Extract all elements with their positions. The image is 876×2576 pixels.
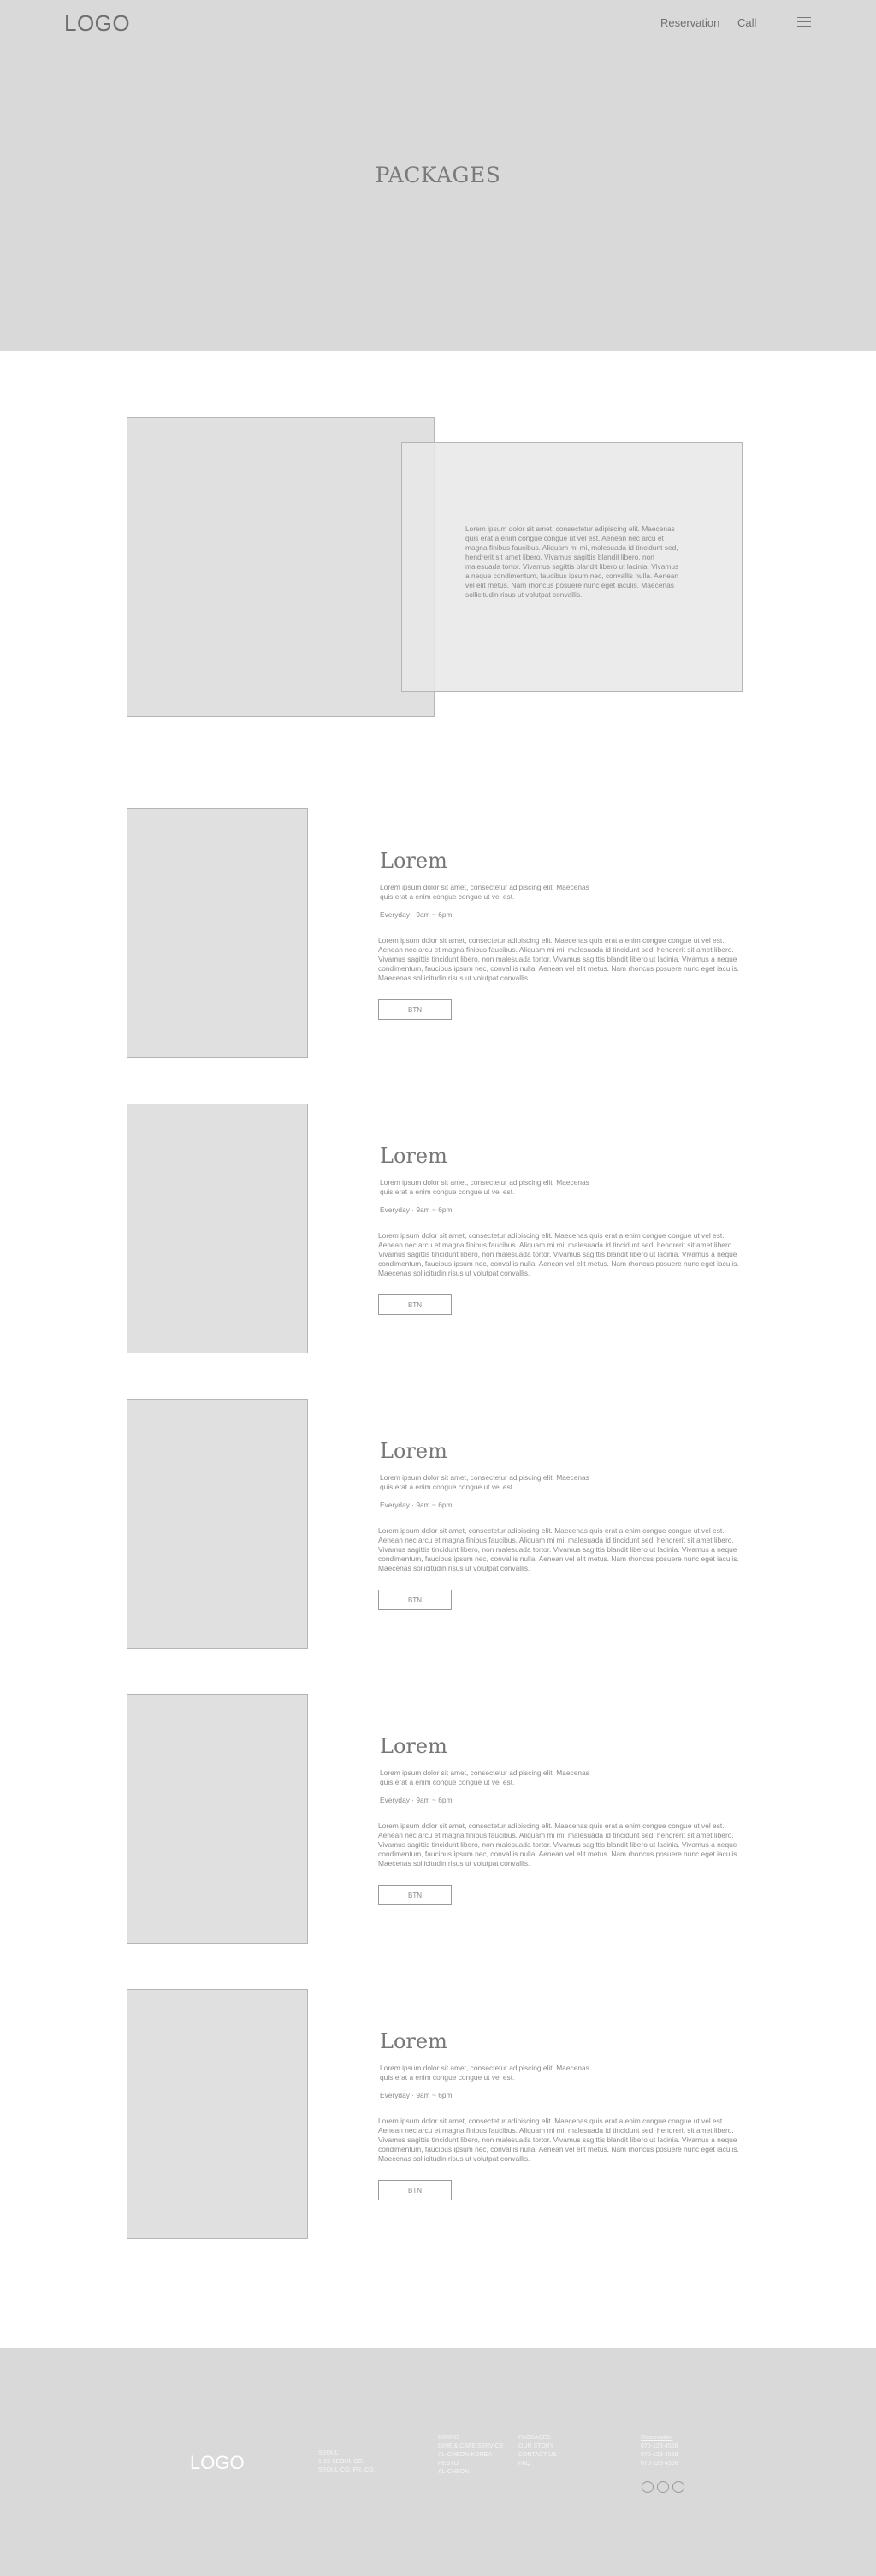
package-description: Lorem ipsum dolor sit amet, consectetur … [378,936,739,982]
package-image-placeholder [127,1694,308,1944]
package-description: Lorem ipsum dolor sit amet, consectetur … [378,1821,739,1868]
package-button[interactable]: BTN [378,1590,452,1610]
footer-address-line: SEOUL-CO. PR. CO. [318,2467,376,2473]
package-hours: Everyday · 9am ~ 6pm [380,1501,453,1509]
header-logo[interactable]: LOGO [64,10,130,37]
footer-links-col2: PACKAGES OUR STORY CONTACT US FAQ [518,2434,557,2468]
nav-call-link[interactable]: Call [737,16,756,29]
footer-phone[interactable]: 070-123-4568 [641,2460,678,2468]
package-button[interactable]: BTN [378,1294,452,1315]
package-title: Lorem [380,1734,447,1758]
package-subtitle: Lorem ipsum dolor sit amet, consectetur … [380,1768,589,1786]
footer-link[interactable]: DINE & CAFE SERVICE [438,2443,504,2451]
package-title: Lorem [380,1144,447,1168]
package-subtitle: Lorem ipsum dolor sit amet, consectetur … [380,883,589,901]
package-hours: Everyday · 9am ~ 6pm [380,2091,453,2099]
package-button[interactable]: BTN [378,1885,452,1905]
package-subtitle: Lorem ipsum dolor sit amet, consectetur … [380,1473,589,1491]
package-subtitle: Lorem ipsum dolor sit amet, consectetur … [380,1178,589,1196]
hamburger-menu-icon[interactable] [797,17,811,27]
intro-image-placeholder [127,417,435,717]
social-icon[interactable] [657,2481,669,2493]
footer-phone[interactable]: 070-123-4568 [641,2451,678,2460]
footer-contact: Reservation 070-123-4568 070-123-4568 07… [641,2434,678,2468]
footer-link[interactable]: CONTACT US [518,2451,557,2460]
intro-text: Lorem ipsum dolor sit amet, consectetur … [465,524,679,599]
page-title: PACKAGES [375,163,501,187]
package-image-placeholder [127,1104,308,1353]
footer-contact-title: Reservation [641,2435,673,2441]
package-title: Lorem [380,2029,447,2053]
footer-link[interactable]: PACKAGES [518,2434,557,2443]
social-icon[interactable] [672,2481,684,2493]
package-hours: Everyday · 9am ~ 6pm [380,910,453,919]
package-title: Lorem [380,849,447,873]
social-icon[interactable] [642,2481,654,2493]
footer-links-col1: DINING DINE & CAFE SERVICE AL-CHEON-KORE… [438,2434,504,2477]
package-description: Lorem ipsum dolor sit amet, consectetur … [378,1526,739,1572]
package-button[interactable]: BTN [378,999,452,1020]
footer-link[interactable]: RESTO [438,2460,504,2468]
footer-link[interactable]: AL-CHEON [438,2468,504,2477]
footer-logo[interactable]: LOGO [190,2452,245,2474]
footer: LOGO SEOUL 1-23 SEOUL CO. SEOUL-CO. PR. … [0,2348,876,2576]
package-description: Lorem ipsum dolor sit amet, consectetur … [378,2117,739,2163]
package-hours: Everyday · 9am ~ 6pm [380,1796,453,1804]
footer-address-line: 1-23 SEOUL CO. [318,2459,364,2465]
package-subtitle: Lorem ipsum dolor sit amet, consectetur … [380,2064,589,2082]
package-button[interactable]: BTN [378,2180,452,2200]
footer-link[interactable]: AL-CHEON-KOREA [438,2451,504,2460]
package-image-placeholder [127,1399,308,1649]
footer-link[interactable]: DINING [438,2434,504,2443]
nav-reservation-link[interactable]: Reservation [660,16,719,29]
footer-phone[interactable]: 070-123-4568 [641,2443,678,2451]
package-image-placeholder [127,808,308,1058]
package-title: Lorem [380,1439,447,1463]
footer-link[interactable]: FAQ [518,2460,557,2468]
footer-address-line: SEOUL [318,2450,339,2456]
package-description: Lorem ipsum dolor sit amet, consectetur … [378,1231,739,1277]
footer-address: SEOUL 1-23 SEOUL CO. SEOUL-CO. PR. CO. [318,2449,376,2475]
footer-link[interactable]: OUR STORY [518,2443,557,2451]
package-hours: Everyday · 9am ~ 6pm [380,1205,453,1214]
intro-text-box: Lorem ipsum dolor sit amet, consectetur … [401,442,743,692]
package-image-placeholder [127,1989,308,2239]
hero-banner: LOGO Reservation Call PACKAGES [0,0,876,351]
